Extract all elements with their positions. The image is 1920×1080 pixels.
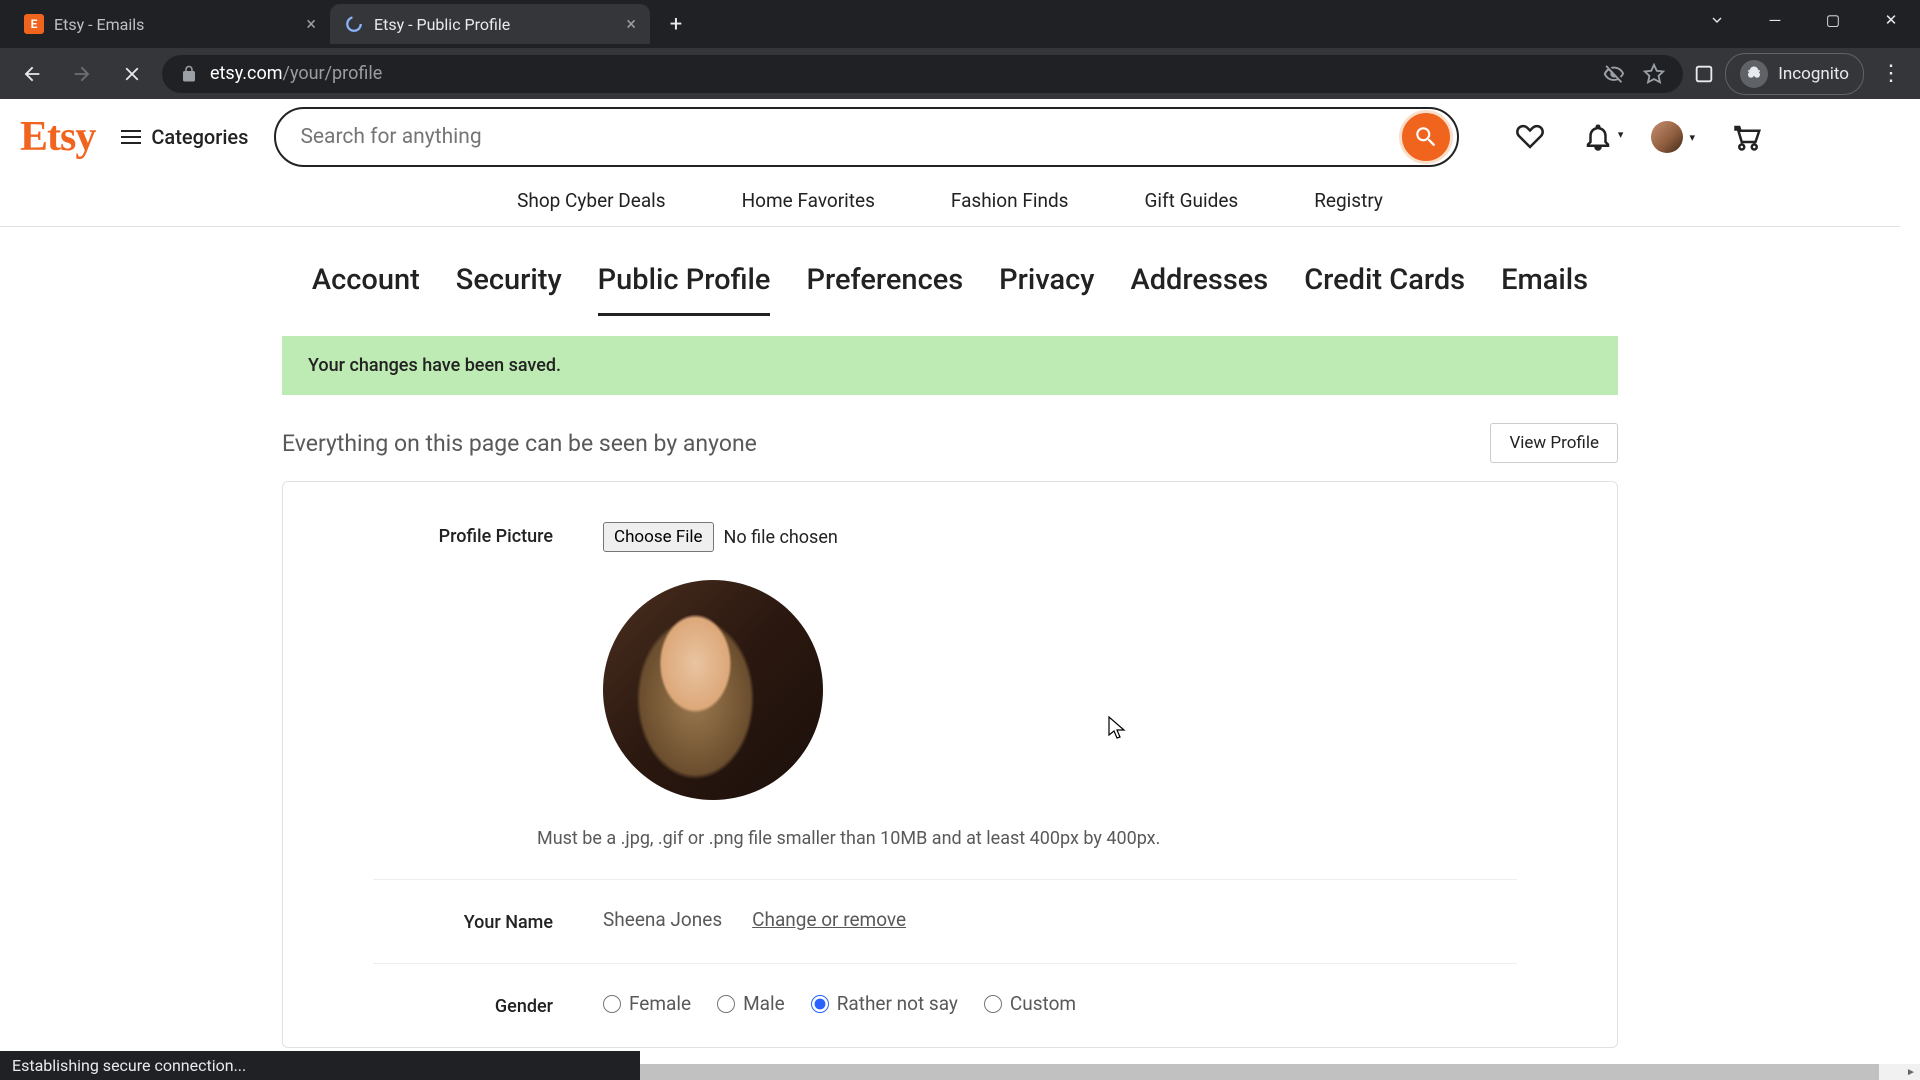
browser-tab-emails[interactable]: E Etsy - Emails ×	[10, 4, 330, 44]
favorites-button[interactable]	[1515, 122, 1545, 152]
minimize-button[interactable]: ─	[1746, 0, 1804, 40]
tab-search-icon[interactable]	[1688, 0, 1746, 40]
tab-title: Etsy - Emails	[54, 15, 144, 34]
nav-link-home-favorites[interactable]: Home Favorites	[742, 189, 875, 212]
browser-menu-button[interactable]: ⋮	[1874, 61, 1908, 86]
tab-security[interactable]: Security	[456, 263, 562, 316]
loading-favicon	[344, 14, 364, 34]
cart-button[interactable]	[1733, 122, 1763, 152]
change-name-link[interactable]: Change or remove	[752, 908, 906, 931]
radio-male[interactable]	[717, 995, 735, 1013]
new-tab-button[interactable]: +	[658, 6, 694, 42]
bell-icon	[1583, 122, 1613, 152]
incognito-icon	[1740, 60, 1768, 88]
maximize-button[interactable]: ▢	[1804, 0, 1862, 40]
search-icon	[1413, 124, 1439, 150]
search-bar[interactable]	[274, 107, 1459, 167]
file-hint: Must be a .jpg, .gif or .png file smalle…	[537, 828, 1517, 849]
gender-option-male[interactable]: Male	[717, 992, 785, 1015]
gender-option-rather-not-say[interactable]: Rather not say	[811, 992, 958, 1015]
nav-link-gift-guides[interactable]: Gift Guides	[1144, 189, 1238, 212]
stop-reload-button[interactable]	[112, 54, 152, 94]
close-tab-icon[interactable]: ×	[306, 14, 316, 35]
profile-picture-label: Profile Picture	[373, 522, 603, 547]
url-domain: etsy.com	[210, 63, 283, 84]
hamburger-icon	[121, 130, 141, 144]
lock-icon	[180, 65, 198, 83]
success-banner: Your changes have been saved.	[282, 336, 1618, 395]
categories-button[interactable]: Categories	[121, 125, 248, 149]
settings-tabs: Account Security Public Profile Preferen…	[312, 263, 1588, 316]
url-path: /your/profile	[283, 63, 383, 84]
no-file-text: No file chosen	[724, 527, 838, 548]
cart-icon	[1733, 122, 1763, 152]
categories-label: Categories	[151, 125, 248, 149]
browser-tab-profile[interactable]: Etsy - Public Profile ×	[330, 4, 650, 44]
gender-option-custom[interactable]: Custom	[984, 992, 1076, 1015]
incognito-indicator[interactable]: Incognito	[1725, 53, 1864, 95]
tab-privacy[interactable]: Privacy	[999, 263, 1094, 316]
heart-icon	[1515, 122, 1545, 152]
radio-female[interactable]	[603, 995, 621, 1013]
gender-option-female[interactable]: Female	[603, 992, 691, 1015]
etsy-favicon: E	[24, 14, 44, 34]
tab-credit-cards[interactable]: Credit Cards	[1304, 263, 1465, 316]
etsy-logo[interactable]: Etsy	[20, 113, 95, 161]
chevron-down-icon: ▾	[1689, 131, 1695, 144]
close-window-button[interactable]: ✕	[1862, 0, 1920, 40]
choose-file-button[interactable]: Choose File	[603, 522, 714, 552]
tab-addresses[interactable]: Addresses	[1130, 263, 1268, 316]
address-bar[interactable]: etsy.com/your/profile	[162, 55, 1683, 93]
close-tab-icon[interactable]: ×	[626, 14, 636, 35]
profile-picture-preview	[603, 580, 823, 800]
forward-button[interactable]	[62, 54, 102, 94]
account-menu[interactable]: ▾	[1651, 121, 1695, 153]
nav-links: Shop Cyber Deals Home Favorites Fashion …	[0, 175, 1900, 227]
your-name-label: Your Name	[373, 908, 603, 933]
radio-rather-not-say[interactable]	[811, 995, 829, 1013]
eye-off-icon[interactable]	[1603, 63, 1625, 85]
back-button[interactable]	[12, 54, 52, 94]
view-profile-button[interactable]: View Profile	[1490, 423, 1618, 463]
extensions-icon[interactable]	[1693, 63, 1715, 85]
name-value: Sheena Jones	[603, 908, 722, 931]
star-icon[interactable]	[1643, 63, 1665, 85]
tab-account[interactable]: Account	[312, 263, 420, 316]
search-button[interactable]	[1399, 110, 1453, 164]
scroll-right-arrow[interactable]: ►	[1902, 1064, 1920, 1080]
nav-link-fashion-finds[interactable]: Fashion Finds	[951, 189, 1069, 212]
profile-form: Profile Picture Choose File No file chos…	[282, 481, 1618, 1048]
tab-emails[interactable]: Emails	[1501, 263, 1588, 316]
page-subheading: Everything on this page can be seen by a…	[282, 430, 757, 457]
tab-title: Etsy - Public Profile	[374, 15, 510, 34]
tab-public-profile[interactable]: Public Profile	[598, 263, 771, 316]
search-input[interactable]	[300, 125, 1399, 149]
tab-preferences[interactable]: Preferences	[806, 263, 963, 316]
notifications-button[interactable]: ▾	[1583, 122, 1613, 152]
incognito-label: Incognito	[1778, 64, 1849, 84]
radio-custom[interactable]	[984, 995, 1002, 1013]
nav-link-cyber-deals[interactable]: Shop Cyber Deals	[517, 189, 666, 212]
gender-label: Gender	[373, 992, 603, 1017]
nav-link-registry[interactable]: Registry	[1314, 189, 1383, 212]
avatar-icon	[1651, 121, 1683, 153]
browser-status-bar: Establishing secure connection...	[0, 1051, 640, 1080]
